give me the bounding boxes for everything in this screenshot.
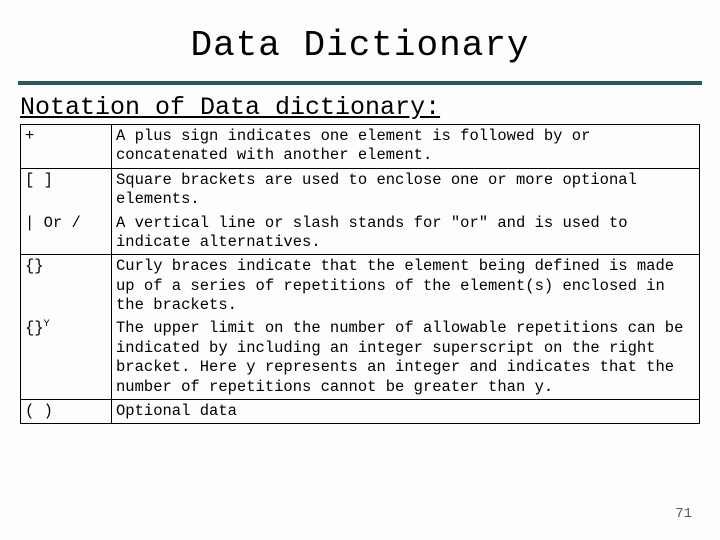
symbol-superscript: Y <box>44 319 50 330</box>
page-title: Data Dictionary <box>20 25 700 66</box>
desc-cell: A plus sign indicates one element is fol… <box>112 125 700 169</box>
desc-cell: A vertical line or slash stands for "or"… <box>112 212 700 255</box>
page-number: 71 <box>675 506 692 522</box>
table-row: + A plus sign indicates one element is f… <box>21 125 700 169</box>
symbol-cell: {} <box>21 255 112 318</box>
table-row: [ ] Square brackets are used to enclose … <box>21 168 700 211</box>
symbol-cell: [ ] <box>21 168 112 211</box>
desc-cell: The upper limit on the number of allowab… <box>112 317 700 399</box>
table-row: {}Y The upper limit on the number of all… <box>21 317 700 399</box>
symbol-cell: ( ) <box>21 399 112 423</box>
symbol-cell: + <box>21 125 112 169</box>
section-subtitle: Notation of Data dictionary: <box>20 93 700 122</box>
desc-cell: Curly braces indicate that the element b… <box>112 255 700 318</box>
desc-cell: Square brackets are used to enclose one … <box>112 168 700 211</box>
table-row: ( ) Optional data <box>21 399 700 423</box>
symbol-cell: {}Y <box>21 317 112 399</box>
slide: Data Dictionary Notation of Data diction… <box>0 0 720 540</box>
table-row: {} Curly braces indicate that the elemen… <box>21 255 700 318</box>
desc-cell: Optional data <box>112 399 700 423</box>
symbol-cell: | Or / <box>21 212 112 255</box>
symbol-base: {} <box>25 320 44 338</box>
title-rule <box>18 81 702 85</box>
notation-table: + A plus sign indicates one element is f… <box>20 124 700 424</box>
table-row: | Or / A vertical line or slash stands f… <box>21 212 700 255</box>
